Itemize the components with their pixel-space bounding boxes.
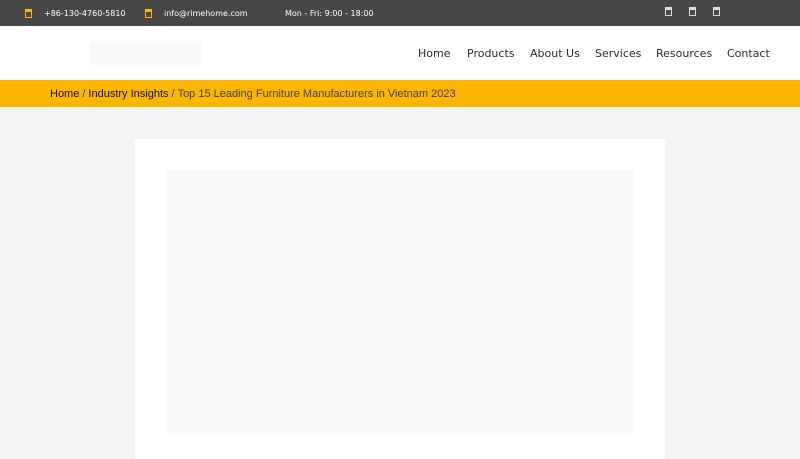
nav-item-services[interactable]: Services: [595, 26, 641, 80]
youtube-icon[interactable]: [713, 7, 720, 16]
breadcrumb-separator: /: [82, 87, 86, 100]
nav-link-products[interactable]: Products: [467, 47, 515, 60]
nav-link-resources[interactable]: Resources: [656, 47, 712, 60]
breadcrumb: Home / Industry Insights / Top 15 Leadin…: [50, 80, 456, 107]
email-address[interactable]: info@rimehome.com: [164, 9, 248, 18]
linkedin-icon[interactable]: [689, 7, 696, 16]
breadcrumb-current: Top 15 Leading Furniture Manufacturers i…: [177, 87, 456, 100]
nav-item-contact[interactable]: Contact: [727, 26, 770, 80]
nav-link-services[interactable]: Services: [595, 47, 641, 60]
breadcrumb-bar: Home / Industry Insights / Top 15 Leadin…: [0, 80, 800, 107]
site-header: Home Products About Us Services Resource…: [0, 26, 800, 80]
top-info-bar: +86-130-4760-5810 info@rimehome.com Mon …: [0, 0, 800, 26]
nav-link-contact[interactable]: Contact: [727, 47, 770, 60]
phone-contact[interactable]: +86-130-4760-5810: [25, 0, 126, 26]
facebook-icon[interactable]: [665, 7, 672, 16]
business-hours-text: Mon - Fri: 9:00 - 18:00: [285, 8, 374, 18]
nav-item-resources[interactable]: Resources: [656, 26, 712, 80]
nav-item-products[interactable]: Products: [467, 26, 515, 80]
nav-link-about[interactable]: About Us: [530, 47, 580, 60]
mail-icon: [145, 8, 152, 18]
breadcrumb-home[interactable]: Home: [50, 88, 79, 100]
nav-link-home[interactable]: Home: [418, 47, 450, 60]
article-card: [135, 139, 665, 459]
business-hours: Mon - Fri: 9:00 - 18:00: [285, 0, 374, 26]
nav-item-about[interactable]: About Us: [530, 26, 580, 80]
article-featured-image: [166, 170, 634, 433]
email-contact[interactable]: info@rimehome.com: [145, 0, 248, 26]
phone-icon: [25, 8, 32, 18]
site-logo[interactable]: [89, 41, 202, 65]
breadcrumb-industry-insights[interactable]: Industry Insights: [88, 88, 168, 100]
breadcrumb-separator: /: [171, 87, 175, 100]
phone-number[interactable]: +86-130-4760-5810: [44, 9, 126, 18]
nav-item-home[interactable]: Home: [418, 26, 450, 80]
